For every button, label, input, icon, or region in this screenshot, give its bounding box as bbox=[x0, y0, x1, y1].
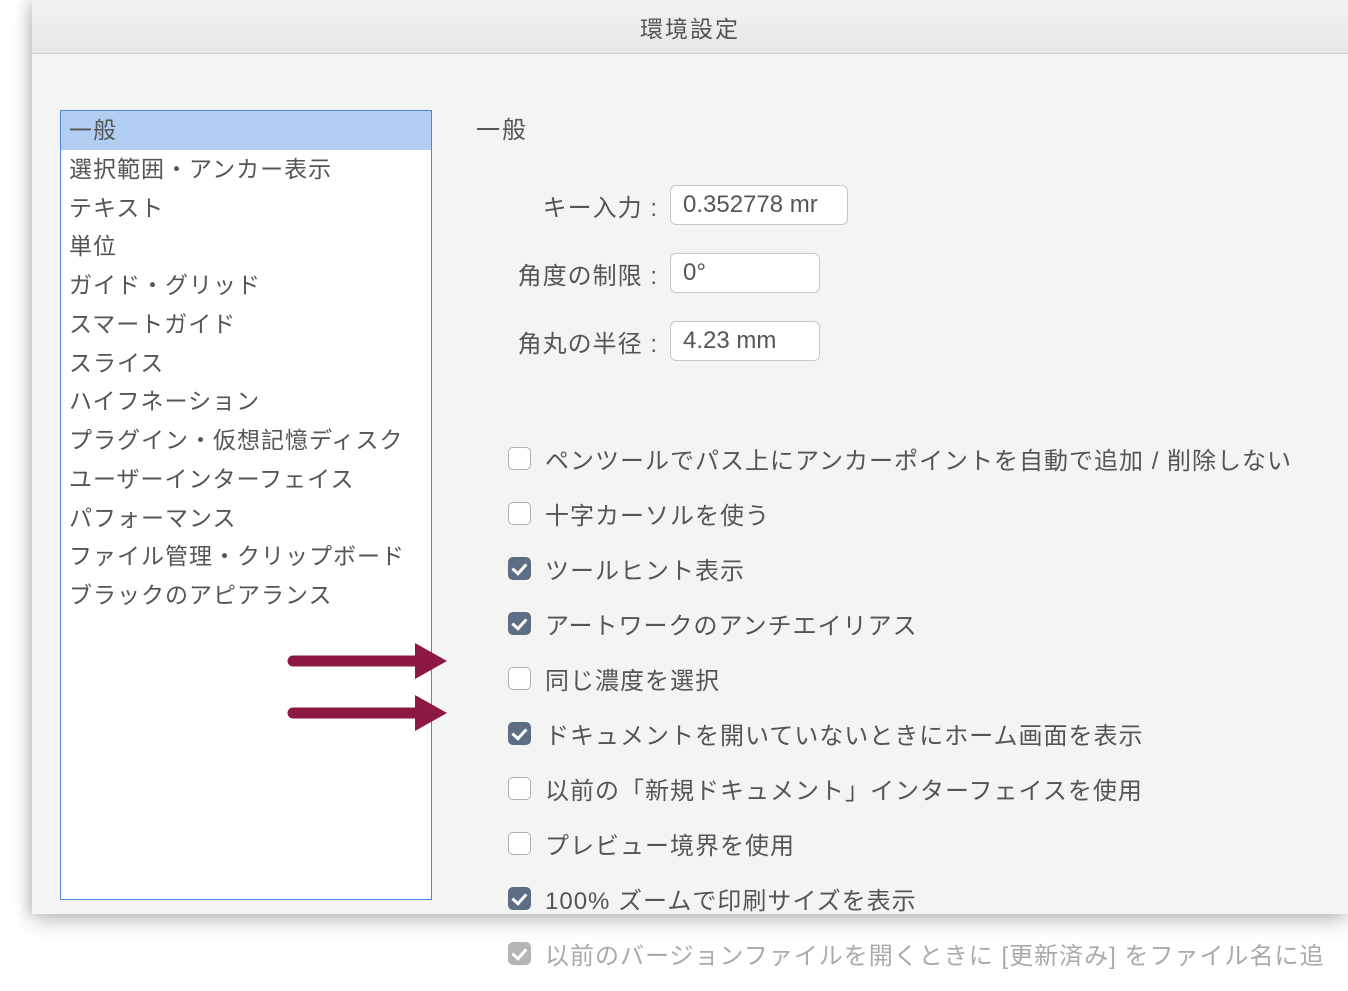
key-input-label: キー入力 : bbox=[500, 188, 658, 223]
sidebar-item-performance[interactable]: パフォーマンス bbox=[61, 499, 431, 538]
sidebar-item-file-clipboard[interactable]: ファイル管理・クリップボード bbox=[61, 537, 431, 576]
sidebar-item-user-interface[interactable]: ユーザーインターフェイス bbox=[61, 460, 431, 499]
checkbox-cross-cursor[interactable] bbox=[508, 502, 531, 525]
main-panel: 一般 キー入力 : 角度の制限 : 角丸の半径 : ペンツールでパス上にアンカー… bbox=[432, 110, 1348, 991]
check-label-tool-hints: ツールヒント表示 bbox=[545, 551, 745, 586]
checkbox-tool-hints[interactable] bbox=[508, 557, 531, 580]
check-row-preview-bounds: プレビュー境界を使用 bbox=[508, 826, 1348, 861]
sidebar-item-guides-grid[interactable]: ガイド・グリッド bbox=[61, 266, 431, 305]
angle-limit-row: 角度の制限 : bbox=[500, 253, 1348, 293]
checkbox-home-screen[interactable] bbox=[508, 722, 531, 745]
sidebar-item-slice[interactable]: スライス bbox=[61, 344, 431, 383]
check-label-home-screen: ドキュメントを開いていないときにホーム画面を表示 bbox=[545, 716, 1144, 751]
preferences-window: 環境設定 一般 選択範囲・アンカー表示 テキスト 単位 ガイド・グリッド スマー… bbox=[32, 0, 1348, 914]
check-label-antialias: アートワークのアンチエイリアス bbox=[545, 606, 918, 641]
panel-heading: 一般 bbox=[476, 110, 1348, 145]
check-label-preview-bounds: プレビュー境界を使用 bbox=[545, 826, 795, 861]
checkbox-zoom-print[interactable] bbox=[508, 887, 531, 910]
sidebar-item-text[interactable]: テキスト bbox=[61, 189, 431, 228]
corner-radius-label: 角丸の半径 : bbox=[500, 324, 658, 359]
sidebar-item-smart-guides[interactable]: スマートガイド bbox=[61, 305, 431, 344]
check-label-legacy-file: 以前のバージョンファイルを開くときに [更新済み] をファイル名に追 bbox=[545, 936, 1324, 971]
sidebar-item-hyphenation[interactable]: ハイフネーション bbox=[61, 382, 431, 421]
check-label-same-density: 同じ濃度を選択 bbox=[545, 661, 720, 696]
sidebar-item-units[interactable]: 単位 bbox=[61, 227, 431, 266]
check-row-auto-anchor: ペンツールでパス上にアンカーポイントを自動で追加 / 削除しない bbox=[508, 441, 1348, 476]
check-label-cross-cursor: 十字カーソルを使う bbox=[545, 496, 770, 531]
content-area: 一般 選択範囲・アンカー表示 テキスト 単位 ガイド・グリッド スマートガイド … bbox=[32, 54, 1348, 991]
angle-limit-field[interactable] bbox=[670, 253, 820, 293]
sidebar-item-plugins-scratch[interactable]: プラグイン・仮想記憶ディスク bbox=[61, 421, 431, 460]
check-row-same-density: 同じ濃度を選択 bbox=[508, 661, 1348, 696]
corner-radius-row: 角丸の半径 : bbox=[500, 321, 1348, 361]
checkbox-auto-anchor[interactable] bbox=[508, 447, 531, 470]
check-label-legacy-new-doc: 以前の「新規ドキュメント」インターフェイスを使用 bbox=[545, 771, 1143, 806]
corner-radius-field[interactable] bbox=[670, 321, 820, 361]
checkbox-legacy-file bbox=[508, 942, 531, 965]
window-title: 環境設定 bbox=[640, 10, 740, 44]
check-row-antialias: アートワークのアンチエイリアス bbox=[508, 606, 1348, 641]
check-row-cross-cursor: 十字カーソルを使う bbox=[508, 496, 1348, 531]
window-titlebar: 環境設定 bbox=[32, 0, 1348, 54]
angle-limit-label: 角度の制限 : bbox=[500, 256, 658, 291]
check-label-zoom-print: 100% ズームで印刷サイズを表示 bbox=[545, 881, 917, 916]
check-row-tool-hints: ツールヒント表示 bbox=[508, 551, 1348, 586]
checkbox-antialias[interactable] bbox=[508, 612, 531, 635]
sidebar-item-general[interactable]: 一般 bbox=[61, 111, 431, 150]
checkbox-group: ペンツールでパス上にアンカーポイントを自動で追加 / 削除しない 十字カーソルを… bbox=[508, 441, 1348, 971]
check-row-legacy-file: 以前のバージョンファイルを開くときに [更新済み] をファイル名に追 bbox=[508, 936, 1348, 971]
sidebar-item-black-appearance[interactable]: ブラックのアピアランス bbox=[61, 576, 431, 615]
key-input-field[interactable] bbox=[670, 185, 848, 225]
checkbox-same-density[interactable] bbox=[508, 667, 531, 690]
sidebar-item-selection-anchor[interactable]: 選択範囲・アンカー表示 bbox=[61, 150, 431, 189]
key-input-row: キー入力 : bbox=[500, 185, 1348, 225]
check-label-auto-anchor: ペンツールでパス上にアンカーポイントを自動で追加 / 削除しない bbox=[545, 441, 1292, 476]
checkbox-preview-bounds[interactable] bbox=[508, 832, 531, 855]
check-row-zoom-print: 100% ズームで印刷サイズを表示 bbox=[508, 881, 1348, 916]
check-row-legacy-new-doc: 以前の「新規ドキュメント」インターフェイスを使用 bbox=[508, 771, 1348, 806]
checkbox-legacy-new-doc[interactable] bbox=[508, 777, 531, 800]
sidebar: 一般 選択範囲・アンカー表示 テキスト 単位 ガイド・グリッド スマートガイド … bbox=[60, 110, 432, 900]
check-row-home-screen: ドキュメントを開いていないときにホーム画面を表示 bbox=[508, 716, 1348, 751]
